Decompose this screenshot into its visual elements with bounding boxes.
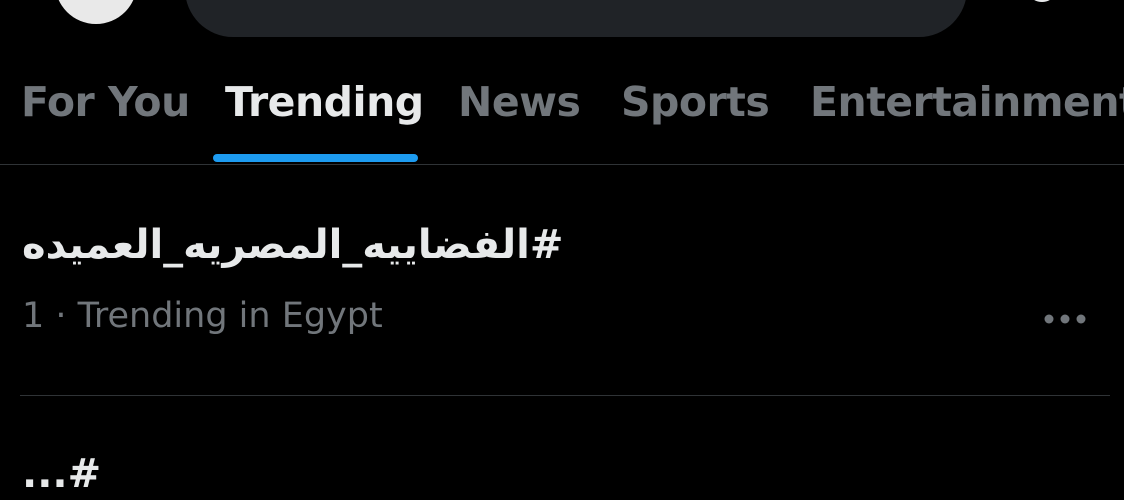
more-horizontal-icon[interactable] bbox=[1042, 311, 1088, 325]
tab-for-you[interactable]: For You bbox=[21, 78, 190, 126]
trend-title[interactable]: #... bbox=[22, 448, 101, 500]
tab-news[interactable]: News bbox=[458, 78, 581, 126]
top-bar bbox=[0, 0, 1124, 60]
gear-icon[interactable] bbox=[1020, 0, 1064, 8]
tab-entertainment[interactable]: Entertainment bbox=[810, 78, 1124, 126]
search-bar[interactable] bbox=[185, 0, 967, 37]
trend-title[interactable]: #الفضاييه_المصريه_العميده bbox=[22, 219, 563, 271]
trend-divider bbox=[20, 395, 1110, 396]
explore-tabs: For You Trending News Sports Entertainme… bbox=[0, 60, 1124, 165]
profile-avatar[interactable] bbox=[55, 0, 137, 24]
tab-trending[interactable]: Trending bbox=[225, 78, 424, 126]
tab-sports[interactable]: Sports bbox=[621, 78, 770, 126]
active-tab-indicator bbox=[213, 154, 418, 162]
trend-meta: 1 · Trending in Egypt bbox=[22, 296, 383, 336]
trend-item[interactable]: #الفضاييه_المصريه_العميده 1 · Trending i… bbox=[0, 164, 1124, 396]
